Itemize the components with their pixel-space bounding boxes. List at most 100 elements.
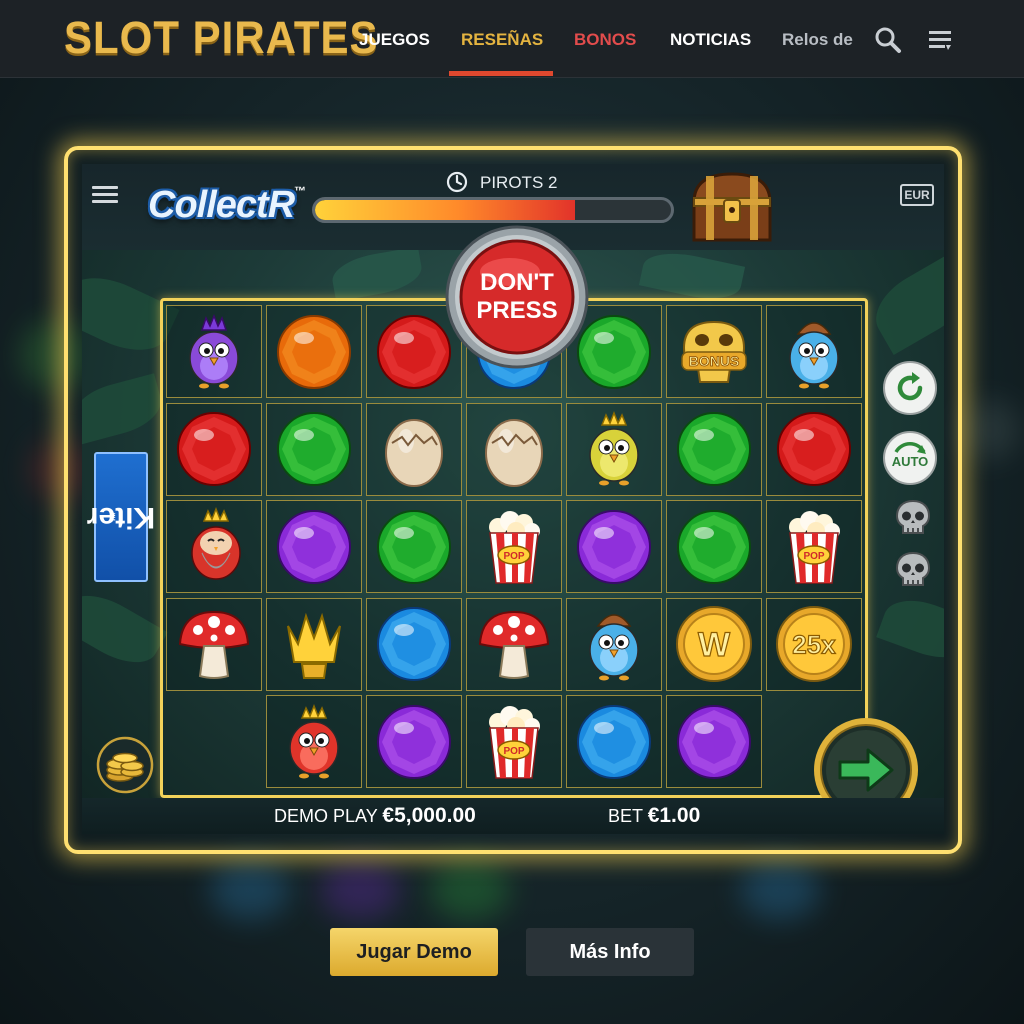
mushroom-icon — [478, 610, 550, 679]
svg-text:PRESS: PRESS — [476, 297, 557, 324]
background-blur — [320, 860, 400, 920]
background-blur — [960, 400, 1020, 460]
jungle-leaf — [329, 246, 425, 302]
svg-text:DON'T: DON'T — [480, 269, 554, 296]
game-status-bar — [82, 798, 944, 834]
reel-cell-popcorn: POP — [466, 500, 562, 593]
gem-red-icon — [777, 412, 851, 486]
bird-blue-hat-icon — [589, 614, 639, 681]
background-blur — [210, 860, 290, 920]
more-info-button[interactable]: Más Info — [526, 928, 694, 976]
gem-purple-icon — [377, 704, 451, 779]
multiplier-coin-icon: 25x — [776, 606, 852, 682]
reel-cell-gem-green — [666, 500, 762, 593]
nav-bonos[interactable]: BONOS — [574, 30, 636, 50]
menu-icon[interactable] — [926, 26, 954, 54]
reel-cell-multiplier-coin: 25x — [766, 597, 862, 691]
reel-cell-bird-red-king — [166, 500, 262, 593]
reel-cell-egg — [366, 402, 462, 496]
svg-text:POP: POP — [503, 551, 524, 562]
auto-button[interactable]: AUTO — [882, 430, 938, 486]
popcorn-icon: POP — [789, 510, 840, 584]
skull-icon — [895, 499, 931, 534]
jungle-leaf — [876, 590, 944, 668]
game-title: CollectR™ — [148, 184, 306, 226]
gem-green-icon — [677, 509, 751, 584]
currency-badge[interactable]: EUR — [900, 184, 934, 206]
reel-cell-gem-purple — [666, 695, 762, 788]
nav-noticias[interactable]: NOTICIAS — [670, 30, 751, 50]
background-blur — [740, 860, 820, 920]
gem-green-icon — [377, 509, 451, 584]
bird-red-king-icon — [191, 506, 241, 580]
background-blur — [430, 860, 510, 920]
play-demo-button[interactable]: Jugar Demo — [330, 928, 498, 976]
egg-icon — [385, 419, 443, 487]
level-progress-fill — [315, 200, 575, 220]
search-icon[interactable] — [874, 26, 902, 54]
refresh-button[interactable] — [882, 360, 938, 416]
gem-purple-icon — [577, 509, 651, 584]
reel-cell-gem-green — [266, 402, 362, 496]
svg-text:W: W — [698, 626, 731, 664]
svg-text:BONUS: BONUS — [689, 353, 740, 369]
jungle-leaf — [638, 246, 746, 306]
svg-text:POP: POP — [503, 746, 524, 757]
reel-cell-gem-green — [366, 500, 462, 593]
active-nav-indicator — [449, 71, 553, 76]
jungle-leaf — [82, 582, 168, 676]
coin-stack-button[interactable] — [96, 736, 154, 794]
gem-purple-icon — [677, 704, 751, 779]
reel-cell-popcorn: POP — [766, 500, 862, 593]
level-label: PIROTS 2 — [480, 173, 558, 192]
side-banner: Kiter ™ — [87, 452, 155, 582]
egg-icon — [485, 419, 543, 487]
svg-text:AUTO: AUTO — [892, 454, 929, 469]
reel-cell-gem-blue — [366, 597, 462, 691]
bet-amount[interactable]: BET €1.00 — [608, 804, 700, 828]
reel-cell-gem-orange — [266, 305, 362, 398]
svg-text:POP: POP — [803, 551, 824, 562]
reel-cell-gem-green — [666, 402, 762, 496]
reel-cell-wild-coin: W — [666, 597, 762, 691]
reel-cell-gem-blue — [566, 695, 662, 788]
reel-cell-gem-red — [166, 402, 262, 496]
mushroom-icon — [178, 610, 250, 679]
gem-green-icon — [277, 412, 351, 486]
reel-cell-gem-red — [766, 402, 862, 496]
nav-resenas[interactable]: RESEÑAS — [461, 30, 543, 50]
game-menu-icon[interactable] — [92, 184, 118, 206]
crown-icon — [287, 612, 341, 679]
reel-cell-egg — [466, 402, 562, 496]
reel-cell-mushroom — [466, 597, 562, 691]
bonus-skull-icon: BONUS — [681, 320, 747, 383]
svg-text:25x: 25x — [792, 629, 836, 659]
nav-juegos[interactable]: JUEGOS — [359, 30, 430, 50]
gem-purple-icon — [277, 509, 351, 584]
reel-cell-bird-red-crown — [266, 695, 362, 788]
wild-coin-icon: W — [676, 606, 752, 682]
bird-blue-hat-icon — [789, 321, 839, 388]
bird-purple-king-icon — [189, 313, 239, 388]
reel-cell-gem-purple — [366, 695, 462, 788]
clock-icon — [446, 171, 468, 193]
site-logo[interactable]: SLOT PIRATES — [64, 12, 379, 64]
dont-press-button[interactable]: DON'T PRESS — [444, 224, 590, 370]
treasure-chest-icon[interactable] — [686, 168, 778, 246]
gem-red-icon — [177, 412, 251, 486]
nav-relos[interactable]: Relos de — [782, 30, 853, 50]
reel-cell-mushroom — [166, 597, 262, 691]
reel-cell-popcorn: POP — [466, 695, 562, 788]
gem-orange-icon — [277, 314, 351, 389]
bird-red-crown-icon — [289, 703, 339, 778]
site-header: SLOT PIRATES JUEGOS RESEÑAS BONOS NOTICI… — [0, 0, 1024, 78]
jungle-leaf — [863, 253, 944, 355]
reel-cell-gem-purple — [566, 500, 662, 593]
jungle-leaf — [82, 373, 167, 445]
gem-blue-icon — [577, 704, 651, 779]
reel-cell-bird-purple-king — [166, 305, 262, 398]
popcorn-icon: POP — [489, 510, 540, 584]
reel-cell-bird-blue-hat — [566, 597, 662, 691]
reel-cell-bonus-skull: BONUS — [666, 305, 762, 398]
reel-cell-bird-blue-hat — [766, 305, 862, 398]
